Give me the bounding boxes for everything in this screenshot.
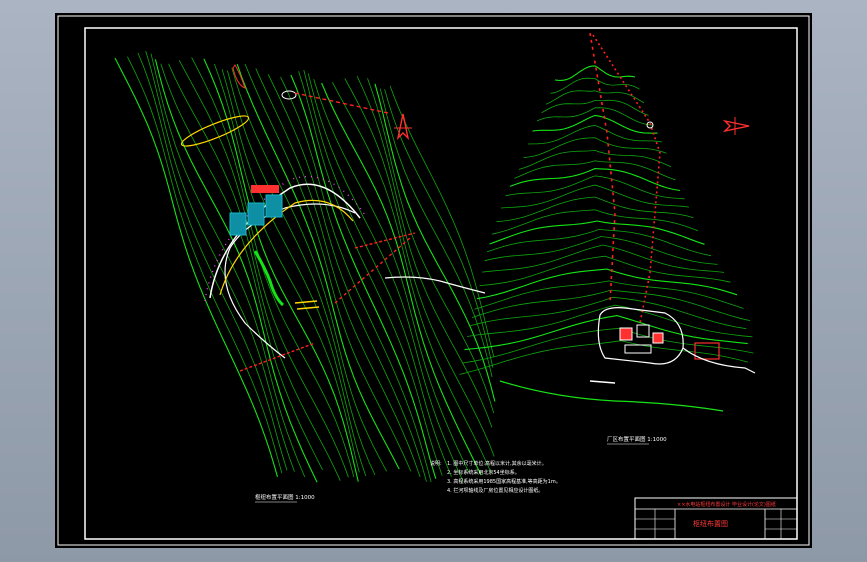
contour-line [150,53,306,478]
left-survey-line-top [294,92,389,114]
note-line-2: 2. 坐标系统采用北京54坐标系。 [447,469,520,476]
contour-line [356,76,493,428]
note-line-1: 1. 图中尺寸单位:高程以米计,其余以毫米计。 [447,460,547,467]
penstock-line-a [589,32,616,304]
contour-line [255,68,421,478]
title-block: ××水电站枢纽布置设计 毕业设计(论文)图纸 枢纽布置图 [634,497,798,540]
note-line-3: 3. 高程系统采用1985国家高程基准,等高距为1m。 [447,478,561,485]
plant-tailrace [499,380,724,412]
note-line-4: 4. 拦河坝轴线及厂房位置见相应设计图纸。 [447,487,543,494]
powerhouse-unit-1 [229,212,247,236]
left-green-branch [253,250,285,307]
contour-line [484,236,718,265]
contour-line [145,50,295,472]
north-arrow-icon [722,117,750,135]
powerhouse-unit-3 [265,194,283,218]
contour-line [532,114,658,134]
plant-building-1 [619,327,633,341]
plant-building-3 [652,332,664,344]
design-notes: 说明: 1. 图中尺寸单位:高程以米计,其余以毫米计。 2. 坐标系统采用北京5… [430,460,561,494]
contour-line [379,88,493,377]
contour-line [536,107,654,126]
contour-line [545,90,645,105]
left-plan-label: 枢纽布置平面图 1:1000 [255,493,315,501]
contour-line [464,315,748,351]
contour-line [214,63,360,473]
right-contour-lines [459,65,754,375]
contour-line [469,296,747,330]
arch-dam [209,183,361,299]
contour-line [514,160,676,181]
powerhouse-top [251,185,279,193]
contour-line [344,78,495,457]
contour-line [471,289,751,321]
cad-drawing: 枢纽布置平面图 1:1000 厂区布置平面图 1:1000 说明: 1. 图中尺… [57,15,810,546]
contour-line [481,244,725,273]
cad-viewport[interactable]: 枢纽布置平面图 1:1000 厂区布置平面图 1:1000 说明: 1. 图中尺… [55,13,812,548]
contour-line [227,70,376,476]
left-contour-lines [114,50,496,483]
contour-line [127,56,283,474]
title-block-drawing-name: 枢纽布置图 [693,519,728,528]
contour-line [191,57,355,478]
contour-line [303,69,452,477]
contour-line [374,83,496,402]
right-plan-label: 厂区布置平面图 1:1000 [607,435,667,443]
notes-heading: 说明: [430,460,442,467]
plant-scale-bar [589,380,616,384]
contour-line [114,57,279,477]
title-block-header: ××水电站枢纽布置设计 毕业设计(论文)图纸 [677,501,776,508]
contour-line [527,124,663,145]
contour-line [313,78,470,473]
contour-line [509,168,681,192]
contour-line [466,304,753,338]
powerhouse-unit-2 [247,202,265,226]
contour-line [496,196,694,223]
contour-line [137,52,288,471]
contour-line [474,280,744,310]
